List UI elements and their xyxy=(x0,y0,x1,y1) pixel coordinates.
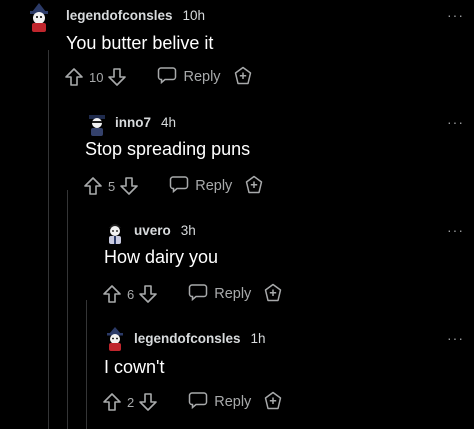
comment: legendofconsles 10h ··· You butter beliv… xyxy=(0,0,474,100)
comment-body: How dairy you xyxy=(104,247,219,267)
comment-meta: legendofconsles 10h xyxy=(66,8,205,23)
award-button[interactable] xyxy=(244,175,264,198)
comment-age: 1h xyxy=(250,331,266,346)
vote-count: 5 xyxy=(108,178,116,194)
reply-button[interactable]: Reply xyxy=(188,283,251,305)
reply-button[interactable]: Reply xyxy=(169,175,232,197)
vote-count: 6 xyxy=(127,286,135,302)
comment-age: 10h xyxy=(182,8,206,23)
username[interactable]: uvero xyxy=(134,223,171,238)
comment-meta: uvero 3h xyxy=(134,223,196,238)
more-options-button[interactable]: ··· xyxy=(447,222,464,238)
comment-body: You butter belive it xyxy=(66,33,214,53)
reply-label: Reply xyxy=(195,178,233,194)
reply-bubble-icon xyxy=(157,66,177,88)
comment-age: 4h xyxy=(161,115,177,130)
comment-actions: 5 Reply xyxy=(83,175,264,197)
comment: uvero 3h ··· How dairy you 6 Reply xyxy=(0,216,474,316)
award-button[interactable] xyxy=(233,66,253,89)
downvote-arrow-icon[interactable] xyxy=(138,392,158,412)
downvote-arrow-icon[interactable] xyxy=(138,284,158,304)
upvote-arrow-icon[interactable] xyxy=(102,392,122,412)
reply-label: Reply xyxy=(214,394,252,410)
upvote-arrow-icon[interactable] xyxy=(64,67,84,87)
upvote-arrow-icon[interactable] xyxy=(102,284,122,304)
vote-group: 2 xyxy=(102,392,158,412)
more-options-button[interactable]: ··· xyxy=(447,330,464,346)
user-avatar[interactable] xyxy=(26,2,52,32)
reply-label: Reply xyxy=(214,286,252,302)
more-options-button[interactable]: ··· xyxy=(447,7,464,23)
vote-group: 10 xyxy=(64,67,127,87)
vote-group: 6 xyxy=(102,284,158,304)
reply-bubble-icon xyxy=(188,283,208,305)
comment-meta: inno7 4h xyxy=(115,115,176,130)
more-options-icon: ··· xyxy=(447,114,464,130)
reply-bubble-icon xyxy=(169,175,189,197)
reply-button[interactable]: Reply xyxy=(188,391,251,413)
comment: inno7 4h ··· Stop spreading puns 5 Reply xyxy=(0,108,474,208)
user-avatar[interactable] xyxy=(104,326,126,351)
comment: legendofconsles 1h ··· I cown't 2 Reply xyxy=(0,324,474,429)
vote-count: 10 xyxy=(89,69,104,85)
award-icon xyxy=(233,66,253,89)
comment-actions: 2 Reply xyxy=(102,391,283,413)
username[interactable]: inno7 xyxy=(115,115,151,130)
reply-label: Reply xyxy=(183,69,221,85)
comment-actions: 6 Reply xyxy=(102,283,283,305)
comment-age: 3h xyxy=(180,223,196,238)
vote-group: 5 xyxy=(83,176,139,196)
downvote-arrow-icon[interactable] xyxy=(119,176,139,196)
user-avatar[interactable] xyxy=(86,112,108,136)
reply-button[interactable]: Reply xyxy=(157,66,221,88)
more-options-icon: ··· xyxy=(447,7,464,23)
comment-actions: 10 Reply xyxy=(64,66,253,88)
reply-bubble-icon xyxy=(188,391,208,413)
comment-body: I cown't xyxy=(104,357,165,377)
downvote-arrow-icon[interactable] xyxy=(107,67,127,87)
upvote-arrow-icon[interactable] xyxy=(83,176,103,196)
username[interactable]: legendofconsles xyxy=(134,331,241,346)
award-icon xyxy=(263,283,283,306)
username[interactable]: legendofconsles xyxy=(66,8,173,23)
award-button[interactable] xyxy=(263,283,283,306)
more-options-button[interactable]: ··· xyxy=(447,114,464,130)
more-options-icon: ··· xyxy=(447,222,464,238)
more-options-icon: ··· xyxy=(447,330,464,346)
comment-body: Stop spreading puns xyxy=(85,139,251,159)
vote-count: 2 xyxy=(127,394,135,410)
award-icon xyxy=(263,391,283,414)
user-avatar[interactable] xyxy=(104,220,126,244)
award-icon xyxy=(244,175,264,198)
comment-meta: legendofconsles 1h xyxy=(134,331,266,346)
award-button[interactable] xyxy=(263,391,283,414)
